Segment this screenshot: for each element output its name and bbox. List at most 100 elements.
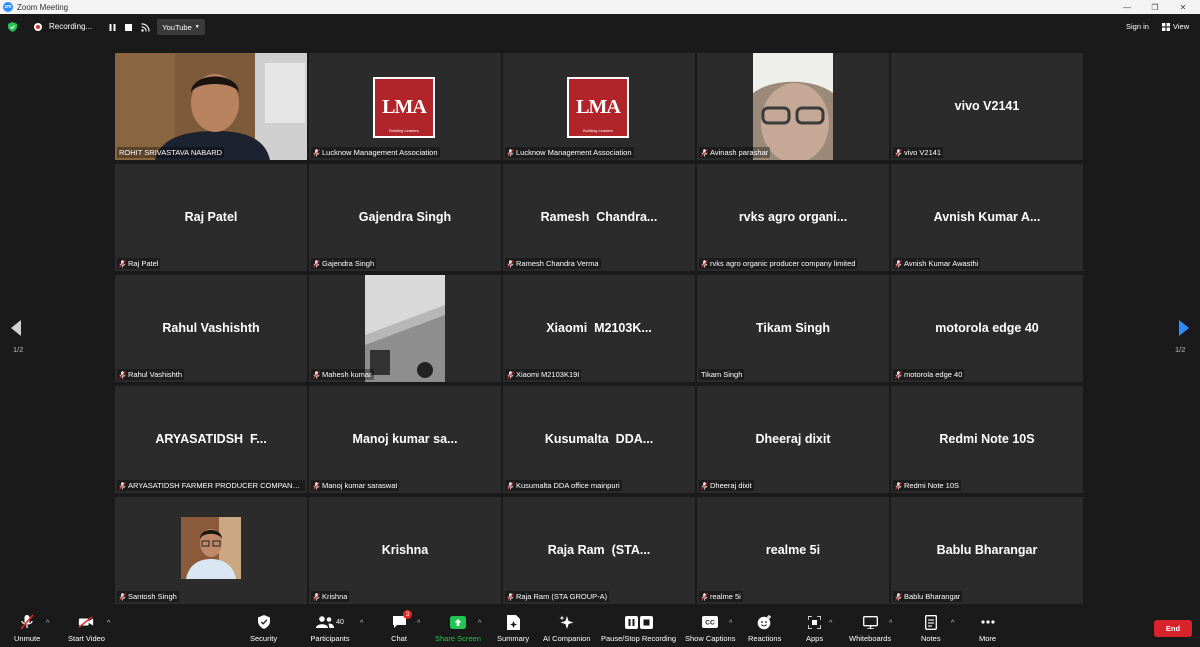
participant-tile[interactable]: motorola edge 40 motorola edge 40 (891, 275, 1083, 382)
participant-tile[interactable]: Raja Ram (STA... Raja Ram (STA GROUP-A) (503, 497, 695, 604)
participant-nameplate: Gajendra Singh (311, 258, 377, 269)
reactions-button[interactable]: Reactions (748, 614, 781, 643)
participant-tile[interactable]: Krishna Krishna (309, 497, 501, 604)
smiley-plus-icon (757, 614, 772, 629)
participant-tile[interactable]: vivo V2141 vivo V2141 (891, 53, 1083, 160)
participant-tile[interactable]: Tikam Singh Tikam Singh (697, 275, 889, 382)
participant-tile[interactable]: Raj Patel Raj Patel (115, 164, 307, 271)
chat-button[interactable]: 3 Chat (391, 610, 412, 643)
participant-nameplate: Raj Patel (117, 258, 161, 269)
participant-tile[interactable]: Rahul Vashishth Rahul Vashishth (115, 275, 307, 382)
participant-tile[interactable]: realme 5i realme 5i (697, 497, 889, 604)
encryption-shield-icon[interactable] (8, 22, 17, 32)
live-stream-button[interactable] (137, 19, 153, 35)
participant-tile[interactable]: Santosh Singh (115, 497, 307, 604)
participants-options-chevron-icon[interactable]: ^ (360, 620, 363, 627)
share-screen-icon (449, 615, 466, 629)
close-window-button[interactable]: ✕ (1170, 0, 1196, 14)
share-options-chevron-icon[interactable]: ^ (478, 620, 481, 627)
participant-tile[interactable]: Gajendra Singh Gajendra Singh (309, 164, 501, 271)
participant-tile[interactable]: Redmi Note 10S Redmi Note 10S (891, 386, 1083, 493)
captions-options-chevron-icon[interactable]: ^ (729, 620, 732, 627)
participant-tile[interactable]: Kusumalta DDA... Kusumalta DDA office mai… (503, 386, 695, 493)
stop-recording-button[interactable] (120, 19, 136, 35)
pause-stop-icon (624, 615, 653, 629)
participant-display-name: Tikam Singh (755, 321, 831, 335)
unmute-label: Unmute (14, 634, 41, 643)
apps-icon (808, 615, 822, 629)
mic-muted-icon (507, 370, 514, 379)
participant-nameplate: Lucknow Management Association (311, 147, 440, 158)
mic-muted-icon (313, 259, 320, 268)
participant-nameplate: Raja Ram (STA GROUP-A) (505, 591, 610, 602)
mic-muted-icon (895, 592, 902, 601)
whiteboard-icon (862, 615, 878, 629)
participant-video-feed (753, 53, 833, 160)
whiteboards-button[interactable]: Whiteboards (849, 614, 891, 643)
participant-display-name: Dheeraj dixit (755, 432, 831, 446)
more-button[interactable]: More (979, 614, 996, 643)
participants-button[interactable]: 40 Participants (310, 614, 350, 643)
participant-tile[interactable]: LMA Building Leaders Lucknow Management As… (309, 53, 501, 160)
unmute-button[interactable]: Unmute (14, 614, 40, 643)
pause-stop-recording-label: Pause/Stop Recording (601, 634, 677, 643)
participant-tile[interactable]: Dheeraj dixit Dheeraj dixit (697, 386, 889, 493)
lma-logo-image: LMA Building Leaders (373, 77, 435, 138)
start-video-button[interactable]: Start Video (68, 614, 105, 643)
participant-tile[interactable]: Ramesh Chandra... Ramesh Chandra Verma (503, 164, 695, 271)
participant-nameplate: Xiaomi M2103K19I (505, 369, 582, 380)
participant-name: vivo V2141 (904, 148, 942, 157)
youtube-stream-dropdown[interactable]: YouTube ▼ (157, 19, 205, 35)
video-off-icon (78, 616, 94, 628)
participant-name: Tikam Singh (701, 370, 743, 379)
apps-button[interactable]: Apps (806, 614, 823, 643)
audio-options-chevron-icon[interactable]: ^ (46, 620, 49, 627)
participant-nameplate: Tikam Singh (699, 369, 745, 380)
notes-options-chevron-icon[interactable]: ^ (951, 620, 954, 627)
title-bar: zm Zoom Meeting — ❐ ✕ (0, 0, 1200, 14)
minimize-button[interactable]: — (1114, 0, 1140, 14)
participant-tile[interactable]: Avinash parashar (697, 53, 889, 160)
participant-tile[interactable]: Xiaomi M2103K... Xiaomi M2103K19I (503, 275, 695, 382)
participant-tile[interactable]: ROHIT SRIVASTAVA NABARD (115, 53, 307, 160)
pause-stop-recording-button[interactable]: Pause/Stop Recording (601, 614, 676, 643)
sign-in-link[interactable]: Sign in (1126, 22, 1149, 31)
pause-icon (109, 23, 115, 31)
participant-tile[interactable]: ARYASATIDSH F... ARYASATIDSH FARMER PRODU… (115, 386, 307, 493)
participant-tile[interactable]: Mahesh kumar (309, 275, 501, 382)
mic-muted-icon (119, 481, 126, 490)
end-meeting-button[interactable]: End (1154, 620, 1192, 637)
participant-tile[interactable]: rvks agro organi... rvks agro organic pro… (697, 164, 889, 271)
participant-nameplate: Krishna (311, 591, 350, 602)
participant-tile[interactable]: Manoj kumar sa... Manoj kumar saraswat (309, 386, 501, 493)
chat-options-chevron-icon[interactable]: ^ (417, 620, 420, 627)
whiteboards-options-chevron-icon[interactable]: ^ (889, 620, 892, 627)
participant-nameplate: Avnish Kumar Awasthi (893, 258, 981, 269)
participant-display-name: Raja Ram (STA... (547, 543, 651, 557)
mic-muted-icon (313, 481, 320, 490)
view-button[interactable]: View (1162, 22, 1189, 31)
security-button[interactable]: Security (250, 614, 277, 643)
participant-name: realme 5i (710, 592, 741, 601)
previous-page-arrow-icon[interactable] (11, 320, 21, 336)
participant-name: Kusumalta DDA office mainpuri (516, 481, 620, 490)
mic-muted-icon (119, 592, 126, 601)
participant-display-name: vivo V2141 (954, 99, 1020, 113)
video-options-chevron-icon[interactable]: ^ (107, 620, 110, 627)
summary-button[interactable]: Summary (497, 614, 529, 643)
ai-companion-button[interactable]: AI Companion (543, 614, 591, 643)
participant-tile[interactable]: LMA Building Leaders Lucknow Management As… (503, 53, 695, 160)
next-page-arrow-icon[interactable] (1179, 320, 1189, 336)
chevron-down-icon: ▼ (194, 24, 200, 30)
mic-muted-icon (701, 148, 708, 157)
pause-recording-button[interactable] (104, 19, 120, 35)
reactions-label: Reactions (748, 634, 782, 643)
share-screen-button[interactable]: Share Screen (435, 614, 481, 643)
participant-tile[interactable]: Avnish Kumar A... Avnish Kumar Awasthi (891, 164, 1083, 271)
participant-tile[interactable]: Bablu Bharangar Bablu Bharangar (891, 497, 1083, 604)
participant-video-feed (115, 53, 307, 160)
show-captions-button[interactable]: CC Show Captions (685, 614, 735, 643)
maximize-button[interactable]: ❐ (1142, 0, 1168, 14)
apps-options-chevron-icon[interactable]: ^ (829, 620, 832, 627)
notes-button[interactable]: Notes (921, 614, 941, 643)
